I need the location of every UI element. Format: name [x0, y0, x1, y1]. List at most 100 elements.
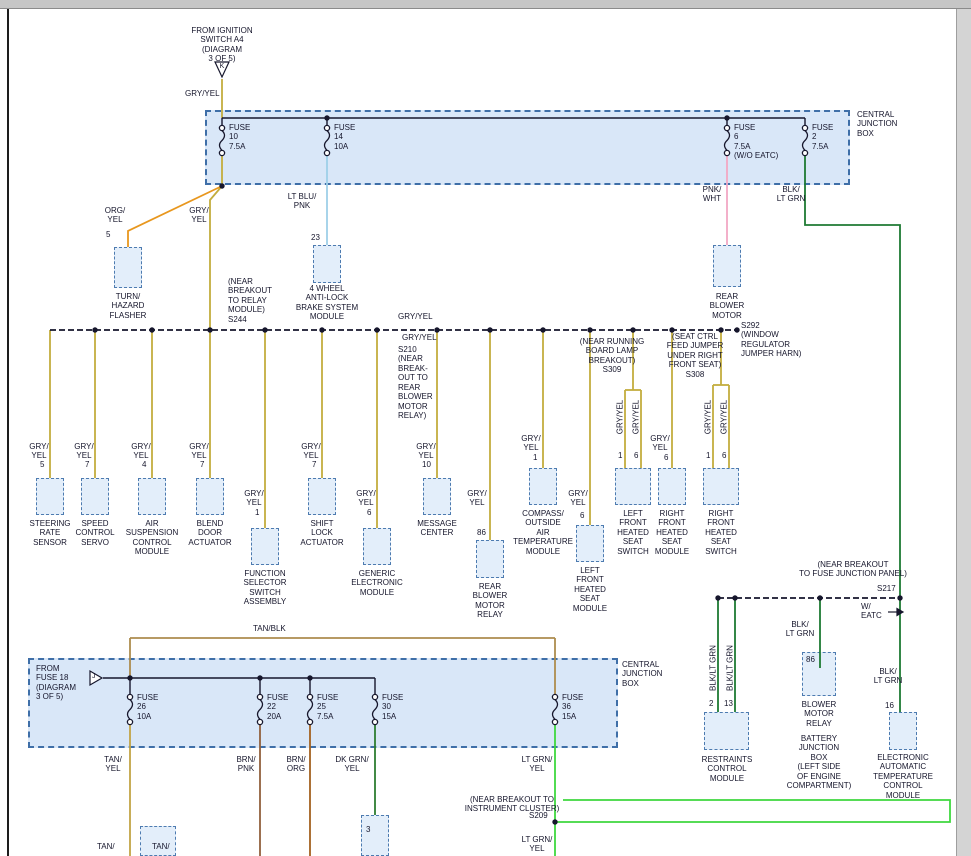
label-from-ignition-switch-a4-diagram-3-: FROM IGNITION SWITCH A4 (DIAGRAM 3 OF 5)	[191, 26, 252, 64]
label-16: 16	[885, 701, 894, 710]
label-rear-blower-motor: REAR BLOWER MOTOR	[710, 292, 745, 320]
label-4-wheel-anti-lock-brake-system-mod: 4 WHEEL ANTI-LOCK BRAKE SYSTEM MODULE	[296, 284, 358, 322]
label-air-suspension-control-module: AIR SUSPENSION CONTROL MODULE	[126, 519, 178, 557]
label-gry-yel: GRY/YEL	[402, 333, 437, 342]
label-3: 3	[366, 825, 370, 834]
label-k: K	[220, 63, 225, 71]
label-6: 6	[580, 511, 584, 520]
label-5: 5	[40, 460, 44, 469]
label-right-front-heated-seat-switch: RIGHT FRONT HEATED SEAT SWITCH	[705, 509, 737, 556]
window-top-edge	[0, 0, 971, 9]
window-left-border	[7, 9, 9, 856]
label-blower-motor-relay: BLOWER MOTOR RELAY	[802, 700, 837, 728]
label-left-front-heated-seat-module: LEFT FRONT HEATED SEAT MODULE	[573, 566, 607, 613]
label-blk-lt-grn: BLK/LT GRN	[708, 645, 717, 691]
label-4: 4	[142, 460, 146, 469]
label-s209: S209	[529, 811, 548, 820]
label-13: 13	[724, 699, 733, 708]
label-5: 5	[106, 230, 110, 239]
label-gry-yel: GRY/YEL	[615, 400, 624, 435]
label-tan-blk: TAN/BLK	[253, 624, 286, 633]
label-s292-window-regulator-jumper-harn: S292 (WINDOW REGULATOR JUMPER HARN)	[741, 321, 801, 359]
label-gry-yel: GRY/ YEL	[467, 489, 486, 508]
label-blk-lt-grn: BLK/LT GRN	[725, 645, 734, 691]
label-gry-yel: GRY/ YEL	[189, 442, 208, 461]
label-gry-yel: GRY/ YEL	[74, 442, 93, 461]
label-near-running-board-lamp-breakout-s: (NEAR RUNNING BOARD LAMP BREAKOUT) S309	[580, 337, 644, 375]
label-lt-grn-yel: LT GRN/ YEL	[522, 835, 553, 854]
label-7: 7	[200, 460, 204, 469]
label-7: 7	[312, 460, 316, 469]
label-central-junction-box: CENTRAL JUNCTION BOX	[857, 110, 897, 138]
label-left-front-heated-seat-switch: LEFT FRONT HEATED SEAT SWITCH	[617, 509, 649, 556]
label-lt-blu-pnk: LT BLU/ PNK	[288, 192, 317, 211]
label-near-breakout-to-fuse-junction-pan: (NEAR BREAKOUT TO FUSE JUNCTION PANEL)	[799, 560, 907, 579]
label-fuse-10-7-5a: FUSE 10 7.5A	[229, 123, 250, 151]
label-1: 1	[533, 453, 537, 462]
label-6: 6	[722, 451, 726, 460]
label-central-junction-box: CENTRAL JUNCTION BOX	[622, 660, 662, 688]
label-fuse-14-10a: FUSE 14 10A	[334, 123, 355, 151]
label-seat-ctrl-feed-jumper-under-right-: (SEAT CTRL FEED JUMPER UNDER RIGHT FRONT…	[667, 332, 723, 379]
label-fuse-26-10a: FUSE 26 10A	[137, 693, 158, 721]
wiring-diagram-canvas: FROM IGNITION SWITCH A4 (DIAGRAM 3 OF 5)…	[0, 0, 971, 856]
label-6: 6	[664, 453, 668, 462]
label-1: 1	[706, 451, 710, 460]
label-gry-yel: GRY/ YEL	[131, 442, 150, 461]
label-86: 86	[806, 655, 815, 664]
label-gry-yel: GRY/ YEL	[301, 442, 320, 461]
label-right-front-heated-seat-module: RIGHT FRONT HEATED SEAT MODULE	[655, 509, 689, 556]
label-fuse-6-7-5a-w-o-eatc: FUSE 6 7.5A (W/O EATC)	[734, 123, 778, 161]
label-brn-org: BRN/ ORG	[286, 755, 305, 774]
label-6: 6	[634, 451, 638, 460]
label-s210-near-break-out-to-rear-blower: S210 (NEAR BREAK- OUT TO REAR BLOWER MOT…	[398, 345, 433, 421]
label-generic-electronic-module: GENERIC ELECTRONIC MODULE	[351, 569, 403, 597]
label-23: 23	[311, 233, 320, 242]
label-steering-rate-sensor: STEERING RATE SENSOR	[30, 519, 71, 547]
label-layer: FROM IGNITION SWITCH A4 (DIAGRAM 3 OF 5)…	[0, 0, 971, 856]
label-w-eatc: W/ EATC	[861, 602, 882, 621]
label-gry-yel: GRY/ YEL	[189, 206, 208, 225]
label-j: J	[92, 673, 96, 681]
label-tan: TAN/	[152, 842, 170, 851]
label-gry-yel: GRY/ YEL	[568, 489, 587, 508]
label-fuse-2-7-5a: FUSE 2 7.5A	[812, 123, 833, 151]
label-gry-yel: GRY/YEL	[719, 400, 728, 435]
label-gry-yel: GRY/ YEL	[521, 434, 540, 453]
label-7: 7	[85, 460, 89, 469]
label-battery-junction-box-left-side-of-: BATTERY JUNCTION BOX (LEFT SIDE OF ENGIN…	[787, 734, 852, 791]
label-fuse-22-20a: FUSE 22 20A	[267, 693, 288, 721]
label-gry-yel: GRY/ YEL	[356, 489, 375, 508]
label-rear-blower-motor-relay: REAR BLOWER MOTOR RELAY	[473, 582, 508, 620]
label-gry-yel: GRY/ YEL	[650, 434, 669, 453]
label-speed-control-servo: SPEED CONTROL SERVO	[75, 519, 114, 547]
label-compass-outside-air-temperature-mo: COMPASS/ OUTSIDE AIR TEMPERATURE MODULE	[513, 509, 573, 556]
label-org-yel: ORG/ YEL	[105, 206, 125, 225]
label-gry-yel: GRY/ YEL	[416, 442, 435, 461]
label-fuse-36-15a: FUSE 36 15A	[562, 693, 583, 721]
label-blend-door-actuator: BLEND DOOR ACTUATOR	[188, 519, 231, 547]
scrollbar-track[interactable]	[956, 9, 971, 856]
label-gry-yel: GRY/YEL	[185, 89, 220, 98]
label-86: 86	[477, 528, 486, 537]
label-from-fuse-18-diagram-3-of-5: FROM FUSE 18 (DIAGRAM 3 OF 5)	[36, 664, 76, 702]
label-1: 1	[618, 451, 622, 460]
label-turn-hazard-flasher: TURN/ HAZARD FLASHER	[110, 292, 147, 320]
label-electronic-automatic-temperature-c: ELECTRONIC AUTOMATIC TEMPERATURE CONTROL…	[873, 753, 933, 800]
label-blk-lt-grn: BLK/ LT GRN	[874, 667, 903, 686]
label-6: 6	[367, 508, 371, 517]
label-dk-grn-yel: DK GRN/ YEL	[335, 755, 368, 774]
label-gry-yel: GRY/YEL	[631, 400, 640, 435]
label-gry-yel: GRY/ YEL	[244, 489, 263, 508]
label-restraints-control-module: RESTRAINTS CONTROL MODULE	[702, 755, 753, 783]
label-message-center: MESSAGE CENTER	[417, 519, 457, 538]
label-tan: TAN/	[97, 842, 115, 851]
label-blk-lt-grn: BLK/ LT GRN	[786, 620, 815, 639]
label-gry-yel: GRY/YEL	[398, 312, 433, 321]
label-10: 10	[422, 460, 431, 469]
label-1: 1	[255, 508, 259, 517]
label-pnk-wht: PNK/ WHT	[703, 185, 722, 204]
label-brn-pnk: BRN/ PNK	[236, 755, 255, 774]
label-gry-yel: GRY/YEL	[703, 400, 712, 435]
label-tan-yel: TAN/ YEL	[104, 755, 122, 774]
